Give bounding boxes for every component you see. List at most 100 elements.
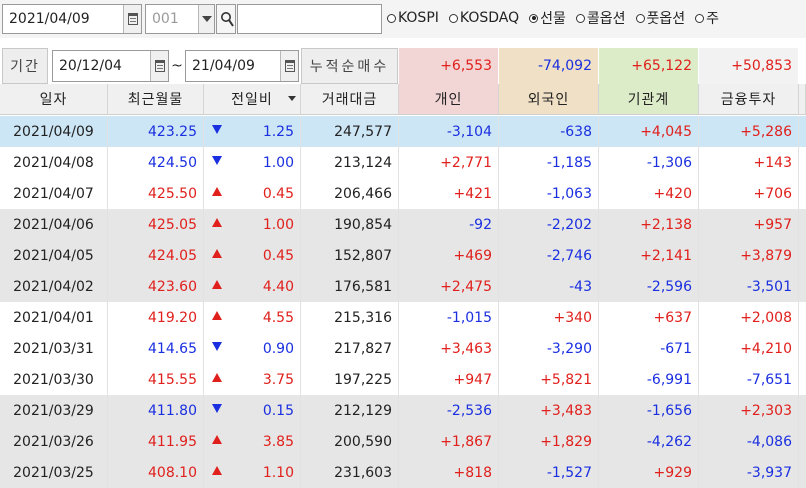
column-header[interactable]: 기관계: [599, 84, 699, 115]
arrow-down-icon: [212, 156, 222, 165]
table-row[interactable]: 2021/03/31 414.65 0.90 217,827 +3,463 -3,290-…: [0, 333, 806, 364]
table-row[interactable]: 2021/04/08 424.50 1.00 213,124 +2,771 -1,185-…: [0, 147, 806, 178]
cell-price: 414.65: [108, 333, 204, 364]
cell-date: 2021/03/30: [0, 364, 108, 395]
cell-fin: +5,286: [699, 116, 799, 147]
cell-fin: -3,501: [699, 271, 799, 302]
radio-empty-icon: [387, 13, 396, 23]
cell-inst: +2,138: [599, 209, 699, 240]
cell-inst: -2,596: [599, 271, 699, 302]
date-calendar-button[interactable]: [123, 5, 141, 33]
cell-volume: 197,225: [301, 364, 399, 395]
cell-fin: -4,086: [699, 426, 799, 457]
cell-indiv: +947: [399, 364, 499, 395]
table-row[interactable]: 2021/03/30 415.55 3.75 197,225 +947 +5,821 -6,…: [0, 364, 806, 395]
date-value: 2021/04/09: [9, 11, 90, 27]
cell-price: 415.55: [108, 364, 204, 395]
cell-price: 425.05: [108, 209, 204, 240]
cell-volume: 213,124: [301, 147, 399, 178]
column-header[interactable]: 개인: [399, 84, 499, 115]
search-button[interactable]: [216, 4, 236, 34]
cumulative-net-buy-label: 누적순매수: [301, 48, 398, 84]
table-row[interactable]: 2021/03/29 411.80 0.15 212,129 -2,536 +3,483-…: [0, 395, 806, 426]
column-header[interactable]: 일자: [0, 84, 108, 115]
net-buy-total: +6,553: [399, 48, 499, 84]
table-row[interactable]: 2021/04/05 424.05 0.45 152,807 +469 -2,746 +2,…: [0, 240, 806, 271]
search-input[interactable]: [237, 4, 382, 34]
cell-fin: +957: [699, 209, 799, 240]
radio-empty-icon: [575, 13, 585, 23]
table-row[interactable]: 2021/04/01 419.20 4.55 215,316 -1,015 +340 +63…: [0, 302, 806, 333]
net-buy-total: -74,092: [499, 48, 599, 84]
cell-volume: 176,581: [301, 271, 399, 302]
cell-fin: +143: [699, 147, 799, 178]
cell-indiv: +2,475: [399, 271, 499, 302]
cell-volume: 190,854: [301, 209, 399, 240]
cell-inst: -1,656: [599, 395, 699, 426]
arrow-up-icon: [212, 373, 222, 382]
column-header[interactable]: 거래대금: [301, 84, 399, 115]
arrow-down-icon: [212, 342, 222, 351]
market-radio-label: 풋옵션: [646, 11, 686, 27]
arrow-down-icon: [212, 404, 222, 413]
table-row[interactable]: 2021/04/07 425.50 0.45 206,466 +421 -1,063 +42…: [0, 178, 806, 209]
cell-volume: 247,577: [301, 116, 399, 147]
column-header-label: 최근월물: [127, 92, 184, 108]
cell-foreign: -1,185: [499, 147, 599, 178]
code-placeholder: 001: [152, 11, 179, 27]
scrollbar[interactable]: [799, 84, 806, 115]
table-row[interactable]: 2021/04/09 423.25 1.25 247,577 -3,104 -638 +4,…: [0, 116, 806, 147]
market-radio-option[interactable]: 풋옵션: [635, 8, 686, 28]
sort-down-icon[interactable]: [288, 96, 296, 101]
cell-fin: +4,210: [699, 333, 799, 364]
cell-date: 2021/04/01: [0, 302, 108, 333]
cell-date: 2021/04/06: [0, 209, 108, 240]
market-radio-option[interactable]: 주: [695, 8, 719, 28]
market-radio-option[interactable]: KOSDAQ: [448, 8, 519, 28]
cell-indiv: +818: [399, 457, 499, 488]
code-select[interactable]: 001: [145, 4, 215, 34]
period-start-field[interactable]: 20/12/04: [52, 50, 169, 82]
cell-indiv: -2,536: [399, 395, 499, 426]
cell-indiv: -92: [399, 209, 499, 240]
calendar-icon: [154, 60, 165, 72]
cell-fin: +3,879: [699, 240, 799, 271]
table-row[interactable]: 2021/03/25 408.10 1.10 231,603 +818 -1,527 +92…: [0, 457, 806, 488]
cell-indiv: +469: [399, 240, 499, 271]
cell-fin: -3,937: [699, 457, 799, 488]
radio-empty-icon: [448, 13, 458, 23]
cell-foreign: -2,746: [499, 240, 599, 271]
market-radio-label: KOSPI: [398, 10, 439, 26]
table-row[interactable]: 2021/03/26 411.95 3.85 200,590 +1,867 +1,829-…: [0, 426, 806, 457]
column-header[interactable]: 외국인: [499, 84, 599, 115]
period-end-field[interactable]: 21/04/09: [185, 50, 299, 82]
column-header-label: 거래대금: [321, 92, 378, 108]
market-radio-option[interactable]: 콜옵션: [575, 8, 626, 28]
cell-date: 2021/04/08: [0, 147, 108, 178]
cell-price: 411.80: [108, 395, 204, 426]
period-end-calendar-button[interactable]: [280, 51, 298, 81]
column-header[interactable]: 전일비: [204, 84, 301, 115]
market-radio-option[interactable]: KOSPI: [387, 8, 439, 28]
radio-empty-icon: [695, 13, 705, 23]
column-header[interactable]: 금융투자: [699, 84, 799, 115]
cell-foreign: -1,527: [499, 457, 599, 488]
cell-fin: +706: [699, 178, 799, 209]
code-dropdown-button[interactable]: [198, 5, 214, 33]
market-radio-group: KOSPI KOSDAQ 선물 콜옵션 풋옵션 주: [387, 8, 719, 28]
column-header-label: 개인: [434, 92, 463, 108]
cell-foreign: +1,829: [499, 426, 599, 457]
cell-price: 411.95: [108, 426, 204, 457]
period-label: 기간: [2, 48, 48, 84]
column-header[interactable]: 최근월물: [108, 84, 204, 115]
cell-foreign: -3,290: [499, 333, 599, 364]
date-field[interactable]: 2021/04/09: [2, 4, 142, 34]
cell-price: 423.25: [108, 116, 204, 147]
cell-volume: 206,466: [301, 178, 399, 209]
table-row[interactable]: 2021/04/06 425.05 1.00 190,854 -92 -2,202 +2,1…: [0, 209, 806, 240]
table-row[interactable]: 2021/04/02 423.60 4.40 176,581 +2,475 -43 -2,5…: [0, 271, 806, 302]
arrow-up-icon: [212, 218, 222, 227]
period-start-calendar-button[interactable]: [150, 51, 168, 81]
market-radio-option[interactable]: 선물: [529, 8, 566, 28]
cell-volume: 231,603: [301, 457, 399, 488]
